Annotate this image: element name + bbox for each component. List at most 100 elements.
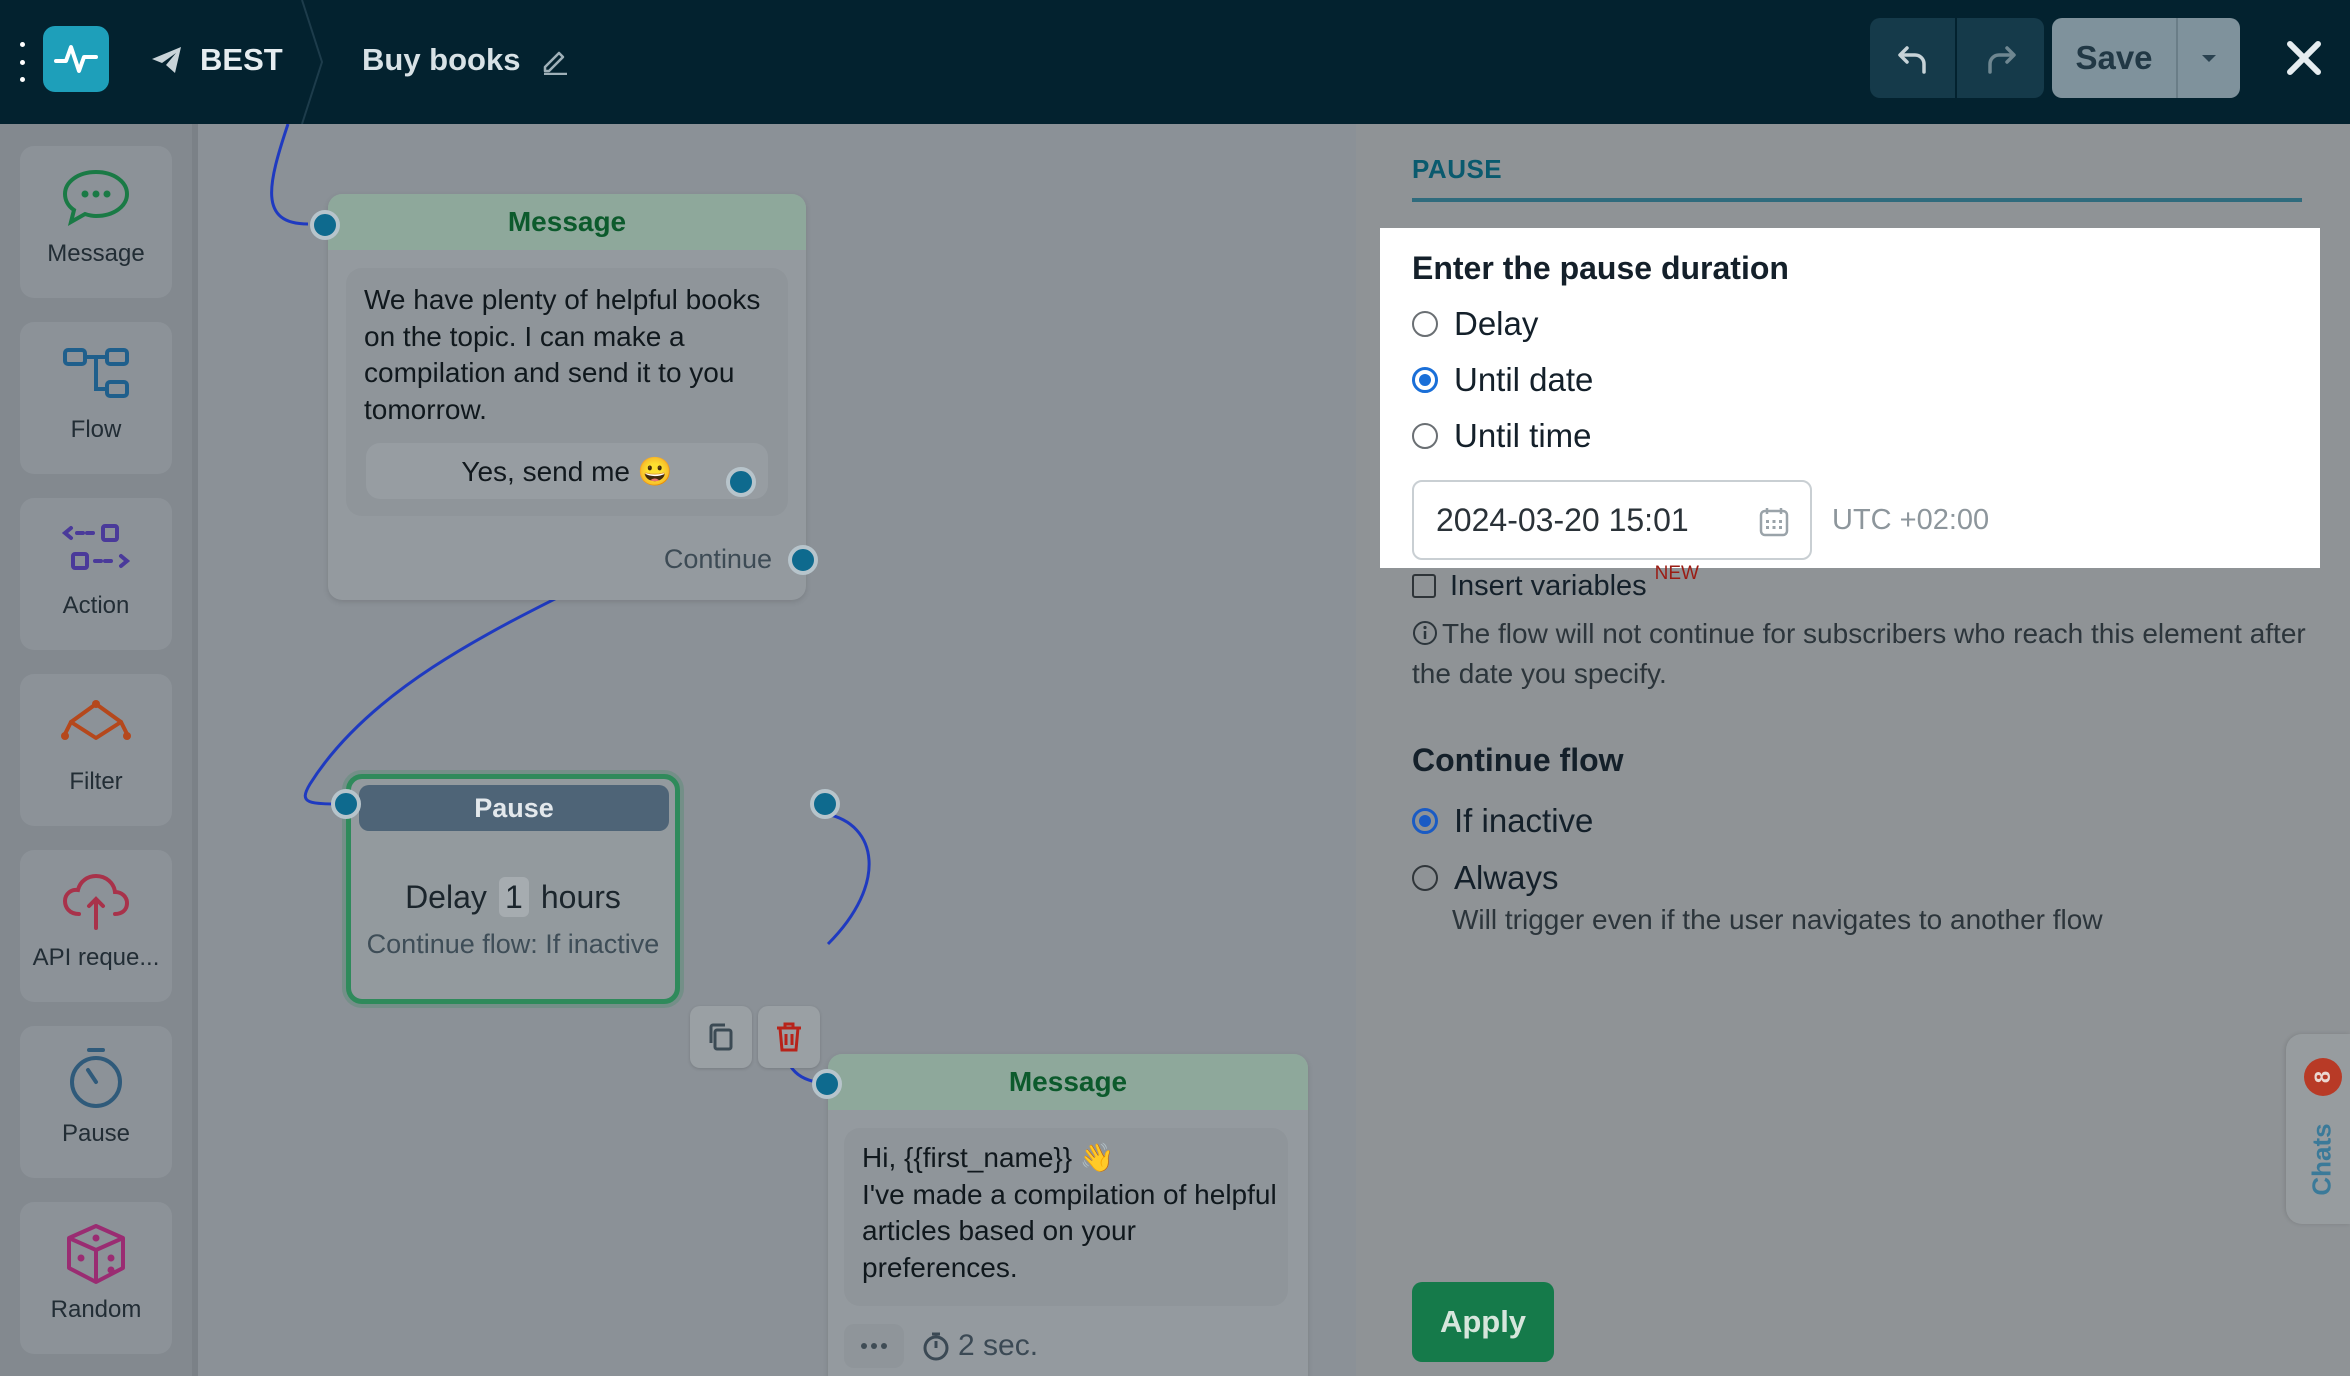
pause-input-port[interactable]	[331, 789, 361, 819]
radio-if-inactive[interactable]: If inactive	[1412, 801, 1593, 841]
filter-icon	[61, 700, 131, 740]
tool-action[interactable]: Action	[20, 498, 172, 650]
chats-count-badge: 8	[2304, 1058, 2342, 1096]
input-port[interactable]	[310, 210, 340, 240]
node-title: Pause	[359, 785, 669, 831]
new-badge: NEW	[1654, 563, 1699, 584]
node-title: Message	[328, 194, 806, 250]
redo-icon	[1987, 46, 2016, 74]
continue-flow-title: Continue flow	[1412, 742, 1624, 778]
radio-label: Always	[1454, 859, 1559, 896]
panel-title: PAUSE	[1412, 154, 1503, 184]
save-options-button[interactable]	[2176, 18, 2240, 98]
insert-variables-label: Insert variables	[1450, 569, 1647, 602]
tool-api-request[interactable]: API reque...	[20, 850, 172, 1002]
pause-summary: Delay 1 hours	[351, 877, 675, 917]
tool-label: Filter	[69, 768, 123, 795]
more-options-button[interactable]	[844, 1324, 904, 1368]
radio-label: Until date	[1454, 361, 1594, 398]
delay-value: 2 sec.	[958, 1329, 1039, 1362]
radio-label: Until time	[1454, 417, 1592, 454]
radio-delay[interactable]: Delay	[1412, 304, 1538, 344]
message-text: We have plenty of helpful books on the t…	[364, 284, 761, 425]
flow-canvas[interactable]: Message We have plenty of helpful books …	[198, 124, 1356, 1376]
insert-variables-checkbox[interactable]	[1412, 574, 1436, 598]
message-node-1[interactable]: Message We have plenty of helpful books …	[328, 194, 806, 600]
element-toolbar: Message Flow Action Filter API reque... …	[0, 124, 198, 1376]
always-hint: Will trigger even if the user navigates …	[1452, 904, 2103, 935]
chats-label: Chats	[2306, 1123, 2337, 1196]
save-button[interactable]: Save	[2052, 18, 2176, 98]
telegram-icon	[152, 47, 181, 73]
kebab-menu-icon[interactable]	[18, 42, 26, 82]
insert-variables-toggle[interactable]: Insert variables NEW	[1412, 563, 1699, 606]
message-node-2[interactable]: Message Hi, {{first_name}} 👋 I've made a…	[828, 1054, 1308, 1376]
undo-icon	[1897, 46, 1926, 74]
redo-button[interactable]	[1957, 18, 2044, 98]
radio-until-time[interactable]: Until time	[1412, 416, 1592, 456]
tool-message[interactable]: Message	[20, 146, 172, 298]
tool-label: API reque...	[32, 944, 160, 971]
timezone-label: UTC +02:00	[1832, 504, 1990, 536]
cloud-api-icon	[62, 873, 130, 930]
undo-redo-group	[1870, 18, 2044, 98]
date-hint: The flow will not continue for subscribe…	[1412, 614, 2312, 694]
pause-node[interactable]: Pause Delay 1 hours Continue flow: If in…	[346, 774, 680, 1004]
close-button[interactable]	[2276, 30, 2332, 86]
button-output-port[interactable]	[726, 467, 756, 497]
continue-output-port[interactable]	[788, 545, 818, 575]
hint-text: The flow will not continue for subscribe…	[1412, 618, 2306, 689]
message-bubble: Hi, {{first_name}} 👋 I've made a compila…	[844, 1128, 1288, 1306]
stopwatch-icon	[70, 1048, 122, 1108]
tool-flow[interactable]: Flow	[20, 322, 172, 474]
undo-button[interactable]	[1870, 18, 1957, 98]
message2-input-port[interactable]	[812, 1069, 842, 1099]
trash-icon	[777, 1022, 801, 1052]
save-button-group: Save	[2052, 18, 2240, 98]
delete-node-button[interactable]	[758, 1006, 820, 1068]
panel-title-underline	[1412, 198, 2302, 202]
flow-title: Buy books	[362, 42, 521, 77]
radio-until-date[interactable]: Until date	[1412, 360, 1593, 400]
ellipsis-icon	[861, 1343, 887, 1349]
breadcrumb-separator	[301, 0, 324, 124]
chevron-down-icon	[2202, 55, 2216, 62]
dice-icon	[67, 1224, 125, 1284]
pause-output-port[interactable]	[810, 789, 840, 819]
flow-icon	[63, 348, 129, 398]
settings-panel: PAUSE Enter the pause duration Delay Unt…	[1356, 124, 2350, 1376]
message-text: Hi, {{first_name}} 👋 I've made a compila…	[862, 1140, 1282, 1286]
message-greeting: Hi, {{first_name}} 👋	[862, 1142, 1115, 1173]
tool-filter[interactable]: Filter	[20, 674, 172, 826]
message-body: I've made a compilation of helpful artic…	[862, 1178, 1277, 1283]
close-icon	[2287, 41, 2321, 75]
channel-breadcrumb[interactable]: BEST	[150, 40, 283, 80]
radio-button[interactable]	[1412, 423, 1438, 449]
tool-label: Message	[47, 240, 145, 267]
pause-continue-mode: Continue flow: If inactive	[366, 929, 660, 959]
edit-pencil-icon[interactable]	[540, 45, 570, 75]
tool-random[interactable]: Random	[20, 1202, 172, 1354]
date-value: 2024-03-20 15:01	[1436, 501, 1689, 538]
radio-button[interactable]	[1412, 311, 1438, 337]
flow-title-area[interactable]: Buy books	[362, 38, 570, 82]
typing-delay: 2 sec.	[922, 1324, 1038, 1368]
tool-pause[interactable]: Pause	[20, 1026, 172, 1178]
info-icon	[1413, 621, 1437, 645]
chats-tab[interactable]: 8 Chats	[2286, 1034, 2350, 1224]
pause-unit: hours	[540, 878, 621, 915]
date-time-input[interactable]: 2024-03-20 15:01	[1412, 480, 1812, 560]
reply-button-chip[interactable]: Yes, send me 😀	[366, 443, 768, 499]
calendar-icon[interactable]	[1758, 506, 1790, 538]
radio-button-selected[interactable]	[1412, 808, 1438, 834]
radio-button[interactable]	[1412, 865, 1438, 891]
top-bar: BEST Buy books Save	[0, 0, 2350, 124]
duplicate-node-button[interactable]	[690, 1006, 752, 1068]
apply-button[interactable]: Apply	[1412, 1282, 1554, 1362]
action-icon	[61, 524, 131, 570]
radio-button-selected[interactable]	[1412, 367, 1438, 393]
radio-always[interactable]: Always	[1412, 858, 1559, 898]
tool-label: Action	[62, 592, 130, 619]
logo-pulse-icon[interactable]	[43, 26, 109, 92]
pause-value: 1	[498, 877, 529, 917]
